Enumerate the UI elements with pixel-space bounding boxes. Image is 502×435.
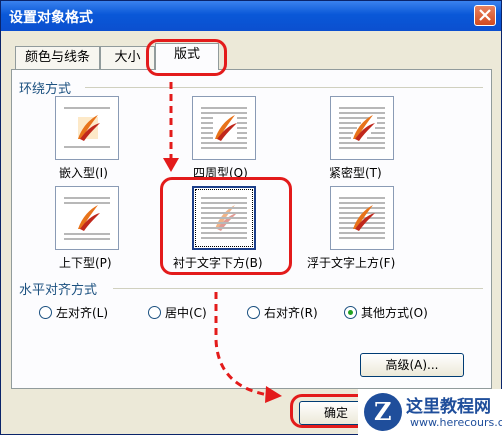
wrap-tight-label: 紧密型(T) [329, 166, 382, 180]
ok-button-highlight [290, 394, 362, 428]
wrap-in-front-label: 浮于文字上方(F) [307, 256, 396, 270]
align-left-radio[interactable] [39, 306, 52, 319]
tab-layout[interactable]: 版式 [155, 43, 219, 70]
wrap-top-bottom-option[interactable] [55, 186, 119, 250]
wrap-tight-option[interactable] [330, 96, 394, 160]
wrap-tight-icon [339, 107, 385, 149]
horizontal-alignment-heading: 水平对齐方式 [19, 283, 98, 298]
wrap-in-front-option[interactable] [330, 186, 394, 250]
wrap-in-front-icon [339, 197, 385, 239]
align-right-label: 右对齐(R) [264, 306, 318, 320]
align-right-radio[interactable] [247, 306, 260, 319]
close-icon [479, 9, 491, 21]
title-bar[interactable]: 设置对象格式 [1, 1, 501, 31]
wrapping-style-heading: 环绕方式 [19, 82, 72, 97]
close-button[interactable] [474, 5, 496, 26]
section-divider [113, 288, 483, 289]
align-center-label: 居中(C) [165, 306, 207, 320]
wrap-inline-option[interactable] [55, 96, 119, 160]
z-logo-icon: Z [364, 393, 402, 431]
wrap-square-icon [201, 107, 247, 149]
site-watermark: Z 这里教程网 www.herecours.com [358, 389, 502, 435]
advanced-button[interactable]: 高级(A)... [360, 353, 464, 377]
section-divider [85, 87, 483, 88]
dialog-title: 设置对象格式 [9, 10, 93, 26]
watermark-url: www.herecours.com [410, 416, 502, 429]
wrap-square-option[interactable] [192, 96, 256, 160]
wrap-inline-icon [64, 107, 110, 148]
wrap-top-bottom-label: 上下型(P) [59, 256, 112, 270]
align-other-radio[interactable] [344, 306, 357, 319]
align-other-label: 其他方式(O) [361, 306, 428, 320]
align-left-label: 左对齐(L) [56, 306, 109, 320]
tab-colors-lines[interactable]: 颜色与线条 [15, 46, 100, 69]
align-center-radio[interactable] [148, 306, 161, 319]
behind-text-highlight [160, 177, 292, 275]
wrap-top-bottom-icon [64, 197, 110, 240]
wrap-inline-label: 嵌入型(I) [59, 166, 108, 180]
watermark-site-name: 这里教程网 [406, 397, 491, 417]
